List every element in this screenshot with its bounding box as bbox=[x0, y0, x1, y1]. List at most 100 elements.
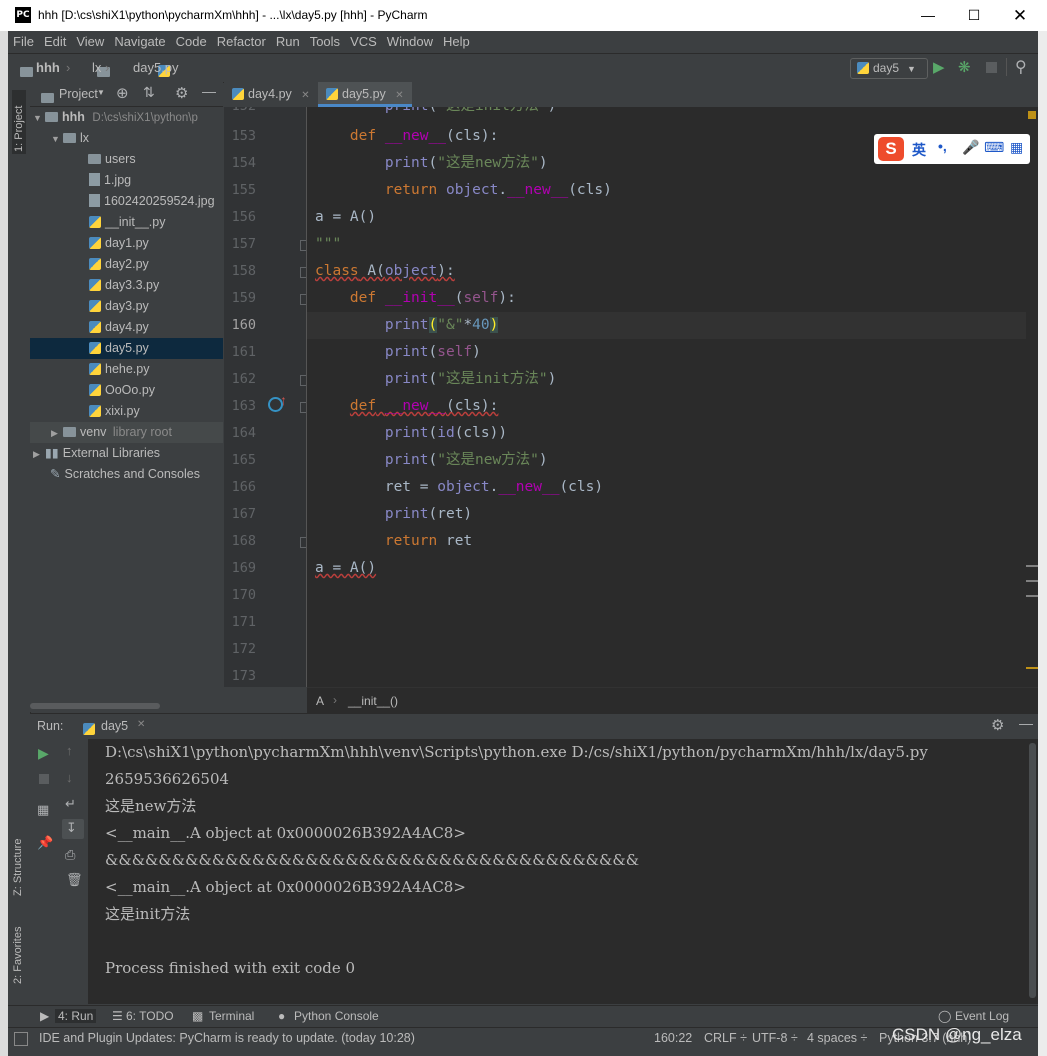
ime-toolbar[interactable]: S 英 •, 🎤 ⌨ ▦ bbox=[874, 134, 1030, 164]
tool-tab-run[interactable]: 4: Run bbox=[55, 1009, 97, 1023]
expanded-arrow-icon[interactable]: ▼ bbox=[33, 108, 45, 129]
fold-marker-icon[interactable] bbox=[300, 402, 306, 413]
tree-item-file[interactable]: day1.py bbox=[30, 233, 223, 254]
tree-item-users[interactable]: users bbox=[30, 149, 223, 170]
fold-marker-icon[interactable] bbox=[300, 537, 306, 548]
tool-tab-terminal[interactable]: Terminal bbox=[209, 1009, 254, 1023]
hide-panel-icon[interactable]: — bbox=[202, 83, 216, 99]
maximize-button[interactable]: ☐ bbox=[951, 0, 997, 31]
tool-tab-event-log[interactable]: Event Log bbox=[955, 1009, 1009, 1023]
menu-code[interactable]: Code bbox=[171, 31, 212, 53]
menu-edit[interactable]: Edit bbox=[39, 31, 71, 53]
menu-run[interactable]: Run bbox=[271, 31, 305, 53]
fold-marker-icon[interactable] bbox=[300, 240, 306, 251]
breadcrumb-file[interactable]: day5.py bbox=[133, 60, 179, 75]
tree-item-file-selected[interactable]: day5.py bbox=[30, 338, 223, 359]
console-scroll-thumb[interactable] bbox=[1029, 743, 1036, 998]
file-encoding[interactable]: UTF-8 ÷ bbox=[752, 1031, 798, 1045]
close-window-button[interactable]: ✕ bbox=[997, 0, 1043, 31]
gear-icon[interactable]: ⚙ bbox=[991, 716, 1004, 734]
tree-item-lx[interactable]: ▼ lx bbox=[30, 128, 223, 149]
menu-view[interactable]: View bbox=[71, 31, 109, 53]
search-icon[interactable]: ⚲ bbox=[1015, 57, 1027, 77]
caret-position[interactable]: 160:22 bbox=[654, 1031, 692, 1045]
grid-menu-icon[interactable]: ▦ bbox=[1010, 139, 1023, 156]
menu-window[interactable]: Window bbox=[382, 31, 438, 53]
hide-panel-icon[interactable]: — bbox=[1019, 715, 1033, 731]
tool-tab-python-console[interactable]: Python Console bbox=[294, 1009, 379, 1023]
run-icon[interactable]: ▶ bbox=[933, 58, 945, 76]
breadcrumb-method[interactable]: __init__() bbox=[348, 694, 398, 708]
up-arrow-icon[interactable]: ↑ bbox=[66, 743, 73, 758]
line-separator[interactable]: CRLF ÷ bbox=[704, 1031, 747, 1045]
favorites-tool-tab[interactable]: 2: Favorites bbox=[12, 914, 24, 984]
project-view-select[interactable]: Project bbox=[59, 87, 98, 101]
project-horizontal-scrollbar[interactable] bbox=[30, 703, 160, 709]
debug-icon[interactable]: ❋ bbox=[958, 58, 971, 76]
menu-vcs[interactable]: VCS bbox=[345, 31, 382, 53]
tree-item-file[interactable]: day4.py bbox=[30, 317, 223, 338]
breadcrumb-class[interactable]: A bbox=[316, 694, 324, 708]
down-arrow-icon[interactable]: ↓ bbox=[66, 770, 73, 785]
tree-root[interactable]: ▼ hhh D:\cs\shiX1\python\p bbox=[30, 107, 223, 128]
project-tool-tab[interactable]: 1: Project bbox=[12, 90, 26, 154]
status-message[interactable]: IDE and Plugin Updates: PyCharm is ready… bbox=[39, 1031, 415, 1045]
structure-tool-tab[interactable]: Z: Structure bbox=[12, 816, 24, 896]
tree-item-venv[interactable]: ▶ venv library root bbox=[30, 422, 223, 443]
toggle-tool-windows-icon[interactable] bbox=[14, 1032, 28, 1046]
collapsed-arrow-icon[interactable]: ▶ bbox=[33, 444, 45, 465]
close-tab-icon[interactable]: ✕ bbox=[395, 90, 403, 101]
tree-item-file[interactable]: OoOo.py bbox=[30, 380, 223, 401]
tree-item-file[interactable]: xixi.py bbox=[30, 401, 223, 422]
soft-wrap-icon[interactable]: ↵ bbox=[65, 796, 76, 812]
fold-marker-icon[interactable] bbox=[300, 294, 306, 305]
error-stripe[interactable] bbox=[1026, 107, 1038, 687]
ime-lang[interactable]: 英 bbox=[912, 140, 926, 160]
indent-setting[interactable]: 4 spaces ÷ bbox=[807, 1031, 867, 1045]
pin-icon[interactable]: 📌 bbox=[37, 835, 53, 851]
ime-punct[interactable]: •, bbox=[938, 138, 947, 154]
gear-icon[interactable]: ⚙ bbox=[175, 84, 188, 102]
microphone-icon[interactable]: 🎤 bbox=[962, 139, 979, 156]
tree-item-file[interactable]: __init__.py bbox=[30, 212, 223, 233]
tree-item-file[interactable]: day2.py bbox=[30, 254, 223, 275]
tree-item-file[interactable]: day3.3.py bbox=[30, 275, 223, 296]
breadcrumb-project[interactable]: hhh bbox=[36, 60, 60, 75]
chevron-down-icon[interactable]: ▼ bbox=[97, 88, 105, 97]
menu-file[interactable]: File bbox=[8, 31, 39, 53]
stop-icon[interactable] bbox=[39, 774, 49, 784]
run-console[interactable]: D:\cs\shiX1\python\pycharmXm\hhh\venv\Sc… bbox=[88, 739, 1028, 1004]
minimize-button[interactable]: — bbox=[905, 0, 951, 31]
warning-marker-icon[interactable] bbox=[1028, 111, 1036, 119]
print-icon[interactable]: ⎙ bbox=[65, 847, 75, 863]
tree-item-file[interactable]: 1602420259524.jpg bbox=[30, 191, 223, 212]
fold-marker-icon[interactable] bbox=[300, 267, 306, 278]
trash-icon[interactable]: 🗑 bbox=[66, 872, 83, 888]
menu-refactor[interactable]: Refactor bbox=[212, 31, 271, 53]
fold-marker-icon[interactable] bbox=[300, 375, 306, 386]
close-tab-icon[interactable]: ✕ bbox=[137, 719, 145, 730]
collapsed-arrow-icon[interactable]: ▶ bbox=[51, 423, 63, 444]
tool-tab-todo[interactable]: 6: TODO bbox=[126, 1009, 174, 1023]
scroll-to-end-icon[interactable]: ↧ bbox=[66, 820, 77, 836]
collapse-all-icon[interactable]: ⇅ bbox=[143, 84, 155, 101]
keyboard-icon[interactable]: ⌨ bbox=[984, 139, 1004, 156]
tree-item-file[interactable]: 1.jpg bbox=[30, 170, 223, 191]
tab-day5[interactable]: day5.py ✕ bbox=[318, 82, 412, 107]
run-tab-day5[interactable]: day5 bbox=[101, 719, 128, 733]
menu-help[interactable]: Help bbox=[438, 31, 475, 53]
tree-item-scratches[interactable]: ✎ Scratches and Consoles bbox=[30, 464, 223, 485]
tree-item-file[interactable]: hehe.py bbox=[30, 359, 223, 380]
menu-tools[interactable]: Tools bbox=[305, 31, 345, 53]
menu-navigate[interactable]: Navigate bbox=[109, 31, 170, 53]
locate-file-icon[interactable]: ⊕ bbox=[116, 84, 129, 102]
code-editor[interactable]: print("这是init方法") def __new__(cls): prin… bbox=[307, 107, 1026, 687]
tree-item-external-libraries[interactable]: ▶ ▮▮ External Libraries bbox=[30, 443, 223, 464]
stop-icon[interactable] bbox=[986, 62, 997, 73]
run-config-select[interactable]: day5 ▼ bbox=[850, 58, 928, 79]
breadcrumb-folder[interactable]: lx bbox=[92, 60, 101, 75]
layout-icon[interactable]: ▦ bbox=[37, 802, 49, 818]
close-tab-icon[interactable]: ✕ bbox=[301, 90, 309, 101]
tree-item-file[interactable]: day3.py bbox=[30, 296, 223, 317]
tab-day4[interactable]: day4.py ✕ bbox=[224, 82, 318, 107]
